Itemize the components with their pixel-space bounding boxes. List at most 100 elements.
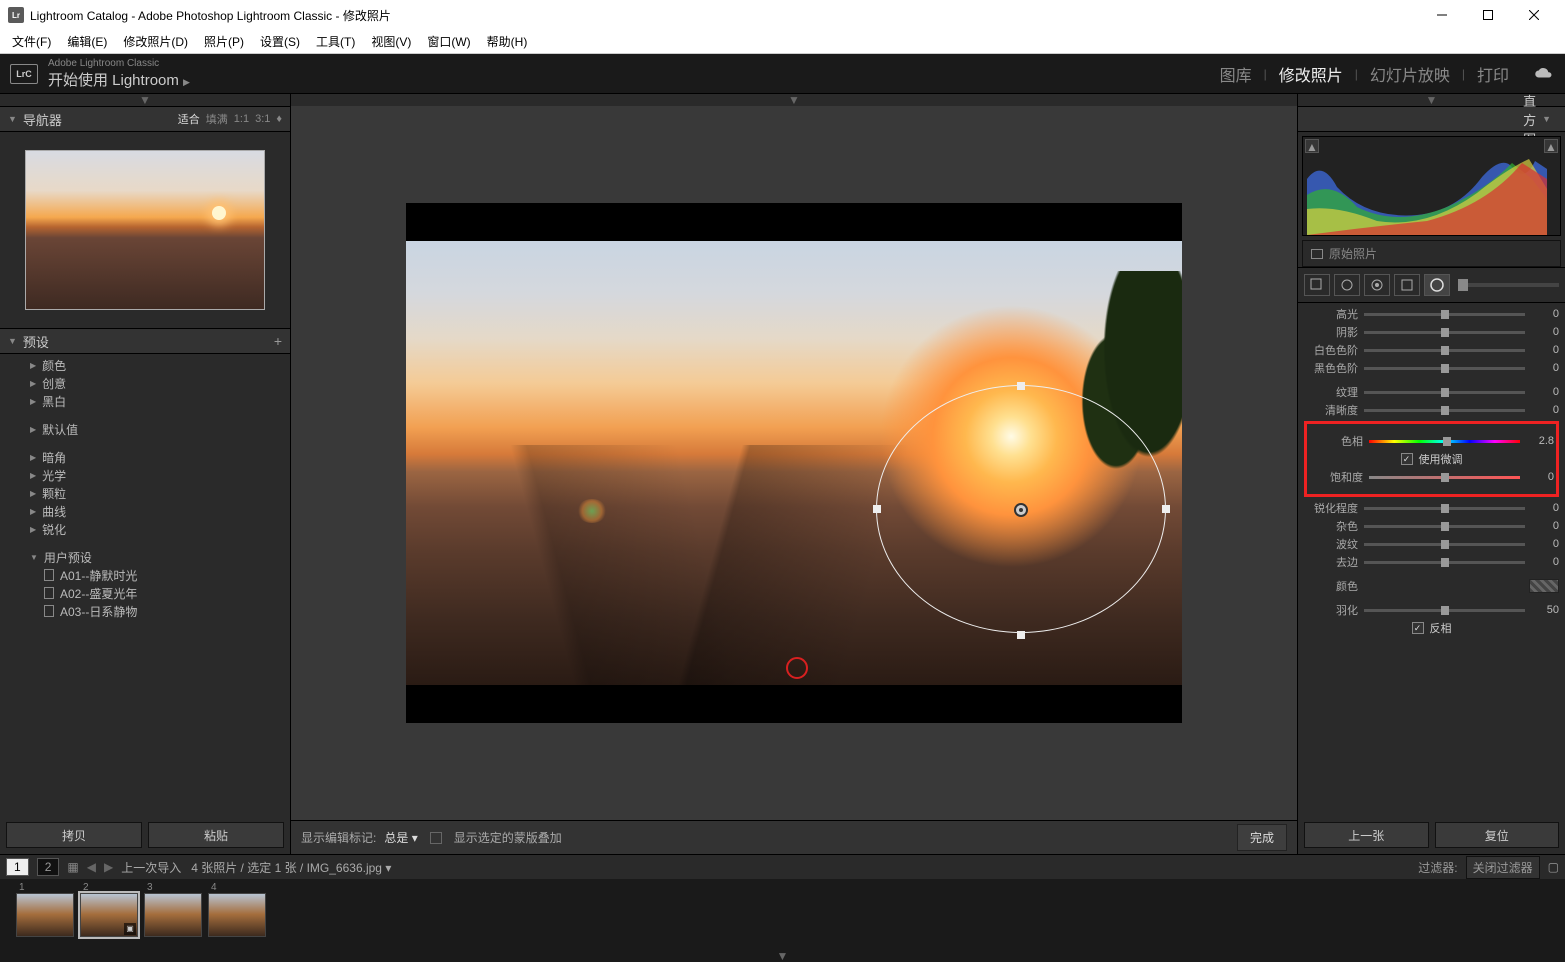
- center-expand-top[interactable]: ▼: [291, 94, 1297, 106]
- preset-group[interactable]: ▶曲线: [0, 502, 290, 520]
- preset-group[interactable]: ▶颜色: [0, 356, 290, 374]
- product-label[interactable]: 开始使用 Lightroom ▶: [48, 69, 190, 90]
- close-filter-button[interactable]: 关闭过滤器: [1466, 856, 1540, 879]
- reset-button[interactable]: 复位: [1435, 822, 1560, 848]
- secondary-display-button[interactable]: 2: [37, 858, 60, 876]
- slider-noise[interactable]: 杂色0: [1304, 517, 1559, 535]
- menu-tools[interactable]: 工具(T): [308, 31, 363, 53]
- menu-photo[interactable]: 照片(P): [196, 31, 252, 53]
- presets-list: ▶颜色 ▶创意 ▶黑白 ▶默认值 ▶暗角 ▶光学 ▶颗粒 ▶曲线 ▶锐化 ▼用户…: [0, 354, 290, 816]
- redeye-tool[interactable]: [1364, 274, 1390, 296]
- paste-button[interactable]: 粘贴: [148, 822, 284, 848]
- crop-tool[interactable]: [1304, 274, 1330, 296]
- app-icon: Lr: [8, 7, 24, 23]
- filmstrip-thumb[interactable]: 2▣: [80, 893, 138, 937]
- preset-group[interactable]: ▶默认值: [0, 420, 290, 438]
- radial-tool[interactable]: [1424, 274, 1450, 296]
- menu-view[interactable]: 视图(V): [363, 31, 419, 53]
- canvas-area[interactable]: [291, 106, 1297, 820]
- done-button[interactable]: 完成: [1237, 824, 1287, 851]
- preview-image[interactable]: [406, 203, 1182, 723]
- menu-window[interactable]: 窗口(W): [419, 31, 478, 53]
- module-library[interactable]: 图库: [1216, 62, 1256, 86]
- preset-group[interactable]: ▶锐化: [0, 520, 290, 538]
- nav-forward-icon[interactable]: ▶: [104, 860, 113, 874]
- histogram-header[interactable]: 直方图 ▼: [1298, 106, 1565, 132]
- filmstrip-thumb[interactable]: 4: [208, 893, 266, 937]
- toolbar-bottom: 显示编辑标记: 总是 ▾ 显示选定的蒙版叠加 完成: [291, 820, 1297, 854]
- histogram[interactable]: ▲ ▲: [1302, 136, 1561, 236]
- slider-texture[interactable]: 纹理0: [1304, 383, 1559, 401]
- navigator-preview[interactable]: [0, 132, 290, 328]
- presets-header[interactable]: ▼ 预设 +: [0, 328, 290, 354]
- mask-center-pin[interactable]: [1014, 503, 1028, 517]
- navigator-header[interactable]: ▼ 导航器 适合 填满 1:1 3:1 ♦: [0, 106, 290, 132]
- left-expand-top[interactable]: ▼: [0, 94, 290, 106]
- fs-source[interactable]: 上一次导入: [121, 861, 181, 875]
- window-maximize-button[interactable]: [1465, 0, 1511, 30]
- window-close-button[interactable]: [1511, 0, 1557, 30]
- copy-button[interactable]: 拷贝: [6, 822, 142, 848]
- preset-group[interactable]: ▶创意: [0, 374, 290, 392]
- slider-clarity[interactable]: 清晰度0: [1304, 401, 1559, 419]
- original-photo-toggle[interactable]: 原始照片: [1302, 240, 1561, 267]
- menu-file[interactable]: 文件(F): [4, 31, 59, 53]
- menu-develop[interactable]: 修改照片(D): [115, 31, 196, 53]
- preset-item[interactable]: A03--日系静物: [0, 602, 290, 620]
- color-swatch[interactable]: [1529, 579, 1559, 593]
- module-print[interactable]: 打印: [1473, 62, 1513, 86]
- filter-lock-icon[interactable]: ▢: [1548, 860, 1559, 874]
- mask-handle-left[interactable]: [873, 505, 881, 513]
- preset-group[interactable]: ▶暗角: [0, 448, 290, 466]
- preset-group[interactable]: ▶颗粒: [0, 484, 290, 502]
- filmstrip-thumb[interactable]: 3: [144, 893, 202, 937]
- window-minimize-button[interactable]: [1419, 0, 1465, 30]
- menu-help[interactable]: 帮助(H): [479, 31, 536, 53]
- preset-item[interactable]: A01--静默时光: [0, 566, 290, 584]
- left-panel: ▼ ▼ 导航器 适合 填满 1:1 3:1 ♦ ▼ 预设 +: [0, 94, 291, 854]
- grid-icon[interactable]: ▦: [67, 860, 78, 874]
- spot-tool[interactable]: [1334, 274, 1360, 296]
- fine-tune-checkbox-row[interactable]: ✓使用微调: [1309, 450, 1554, 468]
- color-row[interactable]: 颜色: [1304, 577, 1559, 595]
- menu-settings[interactable]: 设置(S): [252, 31, 308, 53]
- mask-handle-bottom[interactable]: [1017, 631, 1025, 639]
- slider-hue[interactable]: 色相2.8: [1309, 432, 1554, 450]
- slider-blacks[interactable]: 黑色色阶0: [1304, 359, 1559, 377]
- slider-shadows[interactable]: 阴影0: [1304, 323, 1559, 341]
- preset-user-group[interactable]: ▼用户预设: [0, 548, 290, 566]
- slider-moire[interactable]: 波纹0: [1304, 535, 1559, 553]
- menu-edit[interactable]: 编辑(E): [59, 31, 115, 53]
- slider-defringe[interactable]: 去边0: [1304, 553, 1559, 571]
- add-preset-button[interactable]: +: [274, 333, 282, 349]
- show-edit-dropdown[interactable]: 总是 ▾: [384, 829, 417, 846]
- module-slideshow[interactable]: 幻灯片放映: [1366, 62, 1454, 86]
- slider-whites[interactable]: 白色色阶0: [1304, 341, 1559, 359]
- brush-size-slider[interactable]: [1458, 283, 1559, 287]
- nav-1to1[interactable]: 1:1: [234, 113, 249, 125]
- fs-count: 4 张照片 / 选定 1 张: [191, 861, 296, 875]
- gradient-tool[interactable]: [1394, 274, 1420, 296]
- preset-item[interactable]: A02--盛夏光年: [0, 584, 290, 602]
- nav-3to1[interactable]: 3:1: [255, 113, 270, 125]
- cloud-sync-icon[interactable]: [1533, 67, 1555, 81]
- filmstrip-collapse[interactable]: ▼: [0, 950, 1565, 962]
- preset-group[interactable]: ▶黑白: [0, 392, 290, 410]
- mask-handle-top[interactable]: [1017, 382, 1025, 390]
- module-develop[interactable]: 修改照片: [1275, 62, 1347, 86]
- previous-button[interactable]: 上一张: [1304, 822, 1429, 848]
- filmstrip-thumb[interactable]: 1: [16, 893, 74, 937]
- window-titlebar: Lr Lightroom Catalog - Adobe Photoshop L…: [0, 0, 1565, 30]
- preset-group[interactable]: ▶光学: [0, 466, 290, 484]
- slider-saturation[interactable]: 饱和度0: [1309, 468, 1554, 486]
- mask-handle-right[interactable]: [1162, 505, 1170, 513]
- nav-fill[interactable]: 填满: [206, 111, 228, 127]
- slider-feather[interactable]: 羽化50: [1304, 601, 1559, 619]
- primary-display-button[interactable]: 1: [6, 858, 29, 876]
- nav-fit[interactable]: 适合: [178, 111, 200, 127]
- invert-checkbox-row[interactable]: ✓反相: [1304, 619, 1559, 637]
- mask-overlay-checkbox[interactable]: [430, 832, 442, 844]
- slider-highlights[interactable]: 高光0: [1304, 305, 1559, 323]
- slider-sharpness[interactable]: 锐化程度0: [1304, 499, 1559, 517]
- nav-back-icon[interactable]: ◀: [87, 860, 96, 874]
